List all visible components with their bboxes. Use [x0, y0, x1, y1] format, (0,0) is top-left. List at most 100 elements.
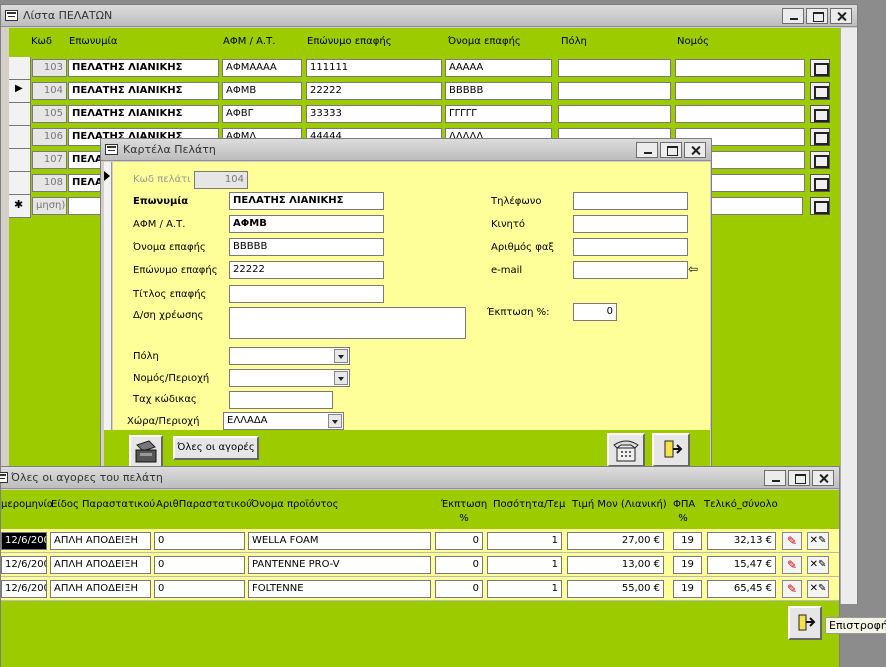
purchase-cell-5[interactable]: 1	[487, 556, 562, 574]
purchases-titlebar[interactable]: Όλες οι αγορες του πελάτη	[0, 467, 839, 489]
open-card-button[interactable]	[810, 197, 830, 215]
exit-button[interactable]	[652, 433, 690, 467]
open-card-button[interactable]	[810, 174, 830, 192]
row-selector[interactable]	[9, 126, 31, 149]
delete-record-icon[interactable]: ✕✎	[807, 580, 829, 598]
phone-dial-button[interactable]	[607, 433, 645, 467]
row-selector[interactable]	[9, 57, 31, 80]
maximize-button[interactable]	[788, 470, 810, 486]
open-card-button[interactable]	[810, 128, 830, 146]
purchase-cell-1[interactable]: ΑΠΛΗ ΑΠΟΔΕΙΞΗ	[50, 556, 151, 574]
contact-last-field[interactable]: 22222	[229, 261, 384, 279]
cell-4[interactable]: ΑΑΑΑΑ	[445, 59, 552, 77]
afm-field[interactable]: ΑΦΜΒ	[229, 215, 384, 233]
cell-3[interactable]: 22222	[306, 82, 442, 100]
row-selector[interactable]	[9, 172, 31, 195]
fax-field[interactable]	[573, 238, 688, 256]
purchase-cell-3[interactable]: WELLA FOAM	[248, 532, 431, 550]
vertical-scrollbar[interactable]	[840, 28, 857, 604]
close-button[interactable]	[812, 470, 834, 486]
cell-2[interactable]: ΑΦΜΑΑΑΑ	[222, 59, 302, 77]
delete-record-icon[interactable]: ✕✎	[807, 556, 829, 574]
close-button[interactable]	[830, 8, 852, 24]
purchase-cell-1[interactable]: ΑΠΛΗ ΑΠΟΔΕΙΞΗ	[50, 580, 151, 598]
purchase-cell-6[interactable]: 55,00 €	[567, 580, 664, 598]
row-selector[interactable]	[9, 149, 31, 172]
contact-title-field[interactable]	[229, 285, 384, 303]
prefecture-select[interactable]	[229, 369, 350, 387]
cell-6[interactable]	[675, 105, 805, 123]
purchase-cell-7[interactable]: 19	[673, 532, 702, 550]
purchase-cell-2[interactable]: 0	[154, 580, 245, 598]
purchase-cell-4[interactable]: 0	[435, 580, 483, 598]
chevron-down-icon[interactable]	[328, 414, 342, 428]
purchase-cell-1[interactable]: ΑΠΛΗ ΑΠΟΔΕΙΞΗ	[50, 532, 151, 550]
record-selector[interactable]	[104, 162, 112, 430]
purchase-cell-7[interactable]: 19	[673, 580, 702, 598]
open-card-button[interactable]	[810, 151, 830, 169]
minimize-button[interactable]	[636, 142, 658, 158]
open-card-button[interactable]	[810, 82, 830, 100]
purchase-cell-8[interactable]: 15,47 €	[707, 556, 776, 574]
cell-1[interactable]: ΠΕΛΑΤΗΣ ΛΙΑΝΙΚΗΣ	[68, 59, 219, 77]
edit-pencil-icon[interactable]: ✎	[782, 580, 802, 598]
cell-6[interactable]	[675, 59, 805, 77]
purchase-cell-0[interactable]: 12/6/2009	[1, 532, 47, 550]
edit-pencil-icon[interactable]: ✎	[782, 532, 802, 550]
cell-5[interactable]	[558, 105, 671, 123]
purchase-cell-0[interactable]: 12/6/2009	[1, 580, 47, 598]
purchase-cell-2[interactable]: 0	[154, 556, 245, 574]
cell-6[interactable]	[675, 82, 805, 100]
printer-button[interactable]	[129, 435, 163, 468]
phone-field[interactable]	[573, 192, 688, 210]
purchase-cell-3[interactable]: PANTENNE PRO-V	[248, 556, 431, 574]
customer-list-titlebar[interactable]: Λίστα ΠΕΛΑΤΩΝ	[1, 5, 857, 27]
row-selector[interactable]	[9, 103, 31, 126]
purchase-cell-5[interactable]: 1	[487, 580, 562, 598]
cell-3[interactable]: 111111	[306, 59, 442, 77]
all-purchases-button[interactable]: Όλες οι αγορές	[173, 436, 259, 460]
close-button[interactable]	[684, 142, 706, 158]
cell-2[interactable]: ΑΦΒΓ	[222, 105, 302, 123]
open-card-button[interactable]	[810, 105, 830, 123]
discount-field[interactable]: 0	[573, 303, 617, 321]
purchase-cell-7[interactable]: 19	[673, 556, 702, 574]
purchase-cell-6[interactable]: 27,00 €	[567, 532, 664, 550]
zip-field[interactable]	[229, 391, 333, 409]
minimize-button[interactable]	[782, 8, 804, 24]
cell-5[interactable]	[558, 82, 671, 100]
mobile-field[interactable]	[573, 215, 688, 233]
purchase-cell-4[interactable]: 0	[435, 532, 483, 550]
purchase-cell-5[interactable]: 1	[487, 532, 562, 550]
cell-4[interactable]: ΓΓΓΓΓ	[445, 105, 552, 123]
maximize-button[interactable]	[806, 8, 828, 24]
purchase-cell-6[interactable]: 13,00 €	[567, 556, 664, 574]
customer-card-titlebar[interactable]: Καρτέλα Πελάτη	[101, 139, 711, 161]
billing-field[interactable]	[229, 307, 466, 339]
purchase-cell-8[interactable]: 65,45 €	[707, 580, 776, 598]
new-record-code[interactable]: μηση)	[32, 197, 67, 215]
name-field[interactable]: ΠΕΛΑΤΗΣ ΛΙΑΝΙΚΗΣ	[229, 192, 384, 210]
country-select[interactable]: ΕΛΛΑΔΑ	[223, 412, 344, 430]
purchase-cell-8[interactable]: 32,13 €	[707, 532, 776, 550]
chevron-down-icon[interactable]	[334, 349, 348, 363]
email-field[interactable]	[573, 261, 688, 279]
delete-record-icon[interactable]: ✕✎	[807, 532, 829, 550]
cell-4[interactable]: ΒΒΒΒΒ	[445, 82, 552, 100]
maximize-button[interactable]	[660, 142, 682, 158]
cell-1[interactable]: ΠΕΛΑΤΗΣ ΛΙΑΝΙΚΗΣ	[68, 105, 219, 123]
open-card-button[interactable]	[810, 59, 830, 77]
city-select[interactable]	[229, 347, 350, 365]
return-button[interactable]	[788, 606, 822, 640]
cell-1[interactable]: ΠΕΛΑΤΗΣ ΛΙΑΝΙΚΗΣ	[68, 82, 219, 100]
cell-5[interactable]	[558, 59, 671, 77]
minimize-button[interactable]	[764, 470, 786, 486]
contact-first-field[interactable]: ΒΒΒΒΒ	[229, 238, 384, 256]
purchase-cell-0[interactable]: 12/6/2009	[1, 556, 47, 574]
purchase-cell-2[interactable]: 0	[154, 532, 245, 550]
purchase-cell-4[interactable]: 0	[435, 556, 483, 574]
chevron-down-icon[interactable]	[334, 371, 348, 385]
cell-3[interactable]: 33333	[306, 105, 442, 123]
edit-pencil-icon[interactable]: ✎	[782, 556, 802, 574]
purchase-cell-3[interactable]: FOLTENNE	[248, 580, 431, 598]
